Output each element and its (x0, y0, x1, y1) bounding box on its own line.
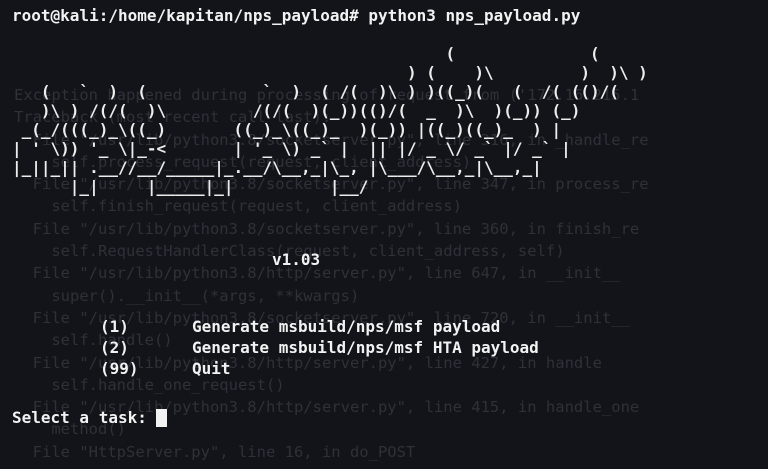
menu-option-key: (1) (100, 317, 129, 336)
traceback-line: File "/usr/lib/python3.8/http/server.py"… (14, 264, 621, 283)
text-cursor[interactable] (155, 408, 167, 427)
banner-line: _(_/(((_)_\((_) ((_)_\((_)_ )(_)) |((_)(… (12, 120, 562, 139)
menu-option-label: Generate msbuild/nps/msf HTA payload (192, 338, 539, 357)
menu-option-key: (99) (100, 359, 139, 378)
task-menu: (1) Generate msbuild/nps/msf payload (2)… (100, 316, 539, 379)
shell-prompt: root@kali:/home/kapitan/nps_payload# pyt… (12, 6, 581, 25)
version-label: v1.03 (272, 250, 321, 269)
banner-line: | ' \)) '_ \|_-< | '_ \) _` | || |/ _ \/… (12, 139, 571, 158)
menu-option-label: Quit (192, 359, 231, 378)
banner-line: ( ` ) ( ` ) ( /( )\ ) )((_)( ( /( (()/( (12, 82, 619, 101)
banner-line: |_||_|| .__//__/_____|_.__/\__,_|\_, |\_… (12, 158, 542, 177)
menu-option-2[interactable]: (2) Generate msbuild/nps/msf HTA payload (100, 337, 539, 358)
banner-line: |_| |_____|_| |__/ (12, 177, 369, 196)
traceback-line: super().__init__(*args, **kwargs) (14, 286, 360, 305)
traceback-line: self.finish_request(request, client_addr… (14, 197, 462, 216)
banner-line: ) ( )\ ) )\ ) (12, 63, 648, 82)
menu-option-1[interactable]: (1) Generate msbuild/nps/msf payload (100, 316, 539, 337)
traceback-line: self.RequestHandlerClass(request, client… (14, 242, 565, 261)
task-prompt-label: Select a task: (12, 408, 147, 427)
menu-option-quit[interactable]: (99) Quit (100, 358, 539, 379)
menu-option-key: (2) (100, 338, 129, 357)
traceback-line: File "HttpServer.py", line 16, in do_POS… (14, 442, 416, 461)
task-input-line[interactable]: Select a task: (12, 408, 167, 427)
ascii-banner: ( ( ) ( )\ ) )\ ) ( ` ) ( ` ) ( /( )\ ) … (12, 44, 648, 196)
menu-option-label: Generate msbuild/nps/msf payload (192, 317, 501, 336)
banner-line: )\ ) /(/( )\ /(/( )(_))(()/( _ )\ )(_)) … (12, 101, 581, 120)
traceback-line: File "/usr/lib/python3.8/socketserver.py… (14, 219, 640, 238)
banner-line: ( ( (12, 44, 600, 63)
terminal-window[interactable]: Exception happened during processing of … (0, 0, 768, 469)
